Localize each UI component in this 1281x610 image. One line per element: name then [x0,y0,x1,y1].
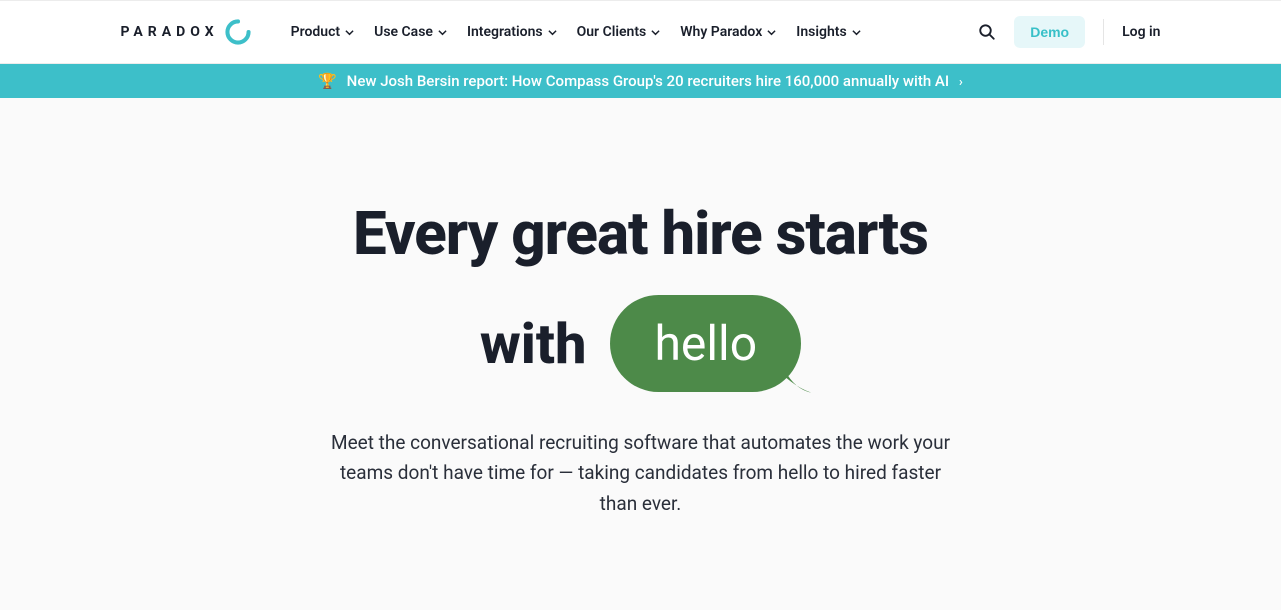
nav-item-product[interactable]: Product [291,24,354,40]
hero-with-word: with [480,311,587,377]
chevron-down-icon [345,28,354,37]
hero-headline-line1: Every great hire starts [0,198,1281,269]
chat-bubble-tail-icon [777,362,813,398]
chat-bubble: hello [610,295,801,392]
banner-text: New Josh Bersin report: How Compass Grou… [347,72,949,90]
chevron-down-icon [767,28,776,37]
demo-button[interactable]: Demo [1014,16,1085,48]
nav-label: Insights [796,24,846,40]
search-icon[interactable] [978,23,996,41]
brand-ring-icon [225,19,251,45]
chevron-down-icon [548,28,557,37]
chevron-down-icon [438,28,447,37]
nav-label: Product [291,24,340,40]
top-navbar: PARADOX Product Use Case Integrations Ou… [0,0,1281,64]
brand-name: PARADOX [121,24,219,40]
hero-section: Every great hire starts with hello Meet … [0,98,1281,519]
hero-subtext: Meet the conversational recruiting softw… [321,428,961,519]
nav-label: Integrations [467,24,543,40]
nav-label: Use Case [374,24,433,40]
nav-item-our-clients[interactable]: Our Clients [577,24,661,40]
nav-label: Our Clients [577,24,647,40]
login-link[interactable]: Log in [1122,24,1160,40]
brand-logo[interactable]: PARADOX [121,19,251,45]
nav-label: Why Paradox [680,24,762,40]
hero-headline-line2: with hello [0,295,1281,392]
nav-right: Demo Log in [978,16,1160,48]
chevron-down-icon [651,28,660,37]
nav-item-integrations[interactable]: Integrations [467,24,557,40]
nav-item-why-paradox[interactable]: Why Paradox [680,24,776,40]
chevron-down-icon [852,28,861,37]
topbar-inner: PARADOX Product Use Case Integrations Ou… [111,16,1171,48]
nav-item-insights[interactable]: Insights [796,24,860,40]
trophy-icon: 🏆 [318,72,337,90]
nav-item-use-case[interactable]: Use Case [374,24,447,40]
nav-left: PARADOX Product Use Case Integrations Ou… [121,19,979,45]
vertical-divider [1103,19,1104,45]
announcement-banner[interactable]: 🏆 New Josh Bersin report: How Compass Gr… [0,64,1281,98]
chat-bubble-text: hello [610,295,801,392]
chevron-right-icon: › [959,75,963,90]
